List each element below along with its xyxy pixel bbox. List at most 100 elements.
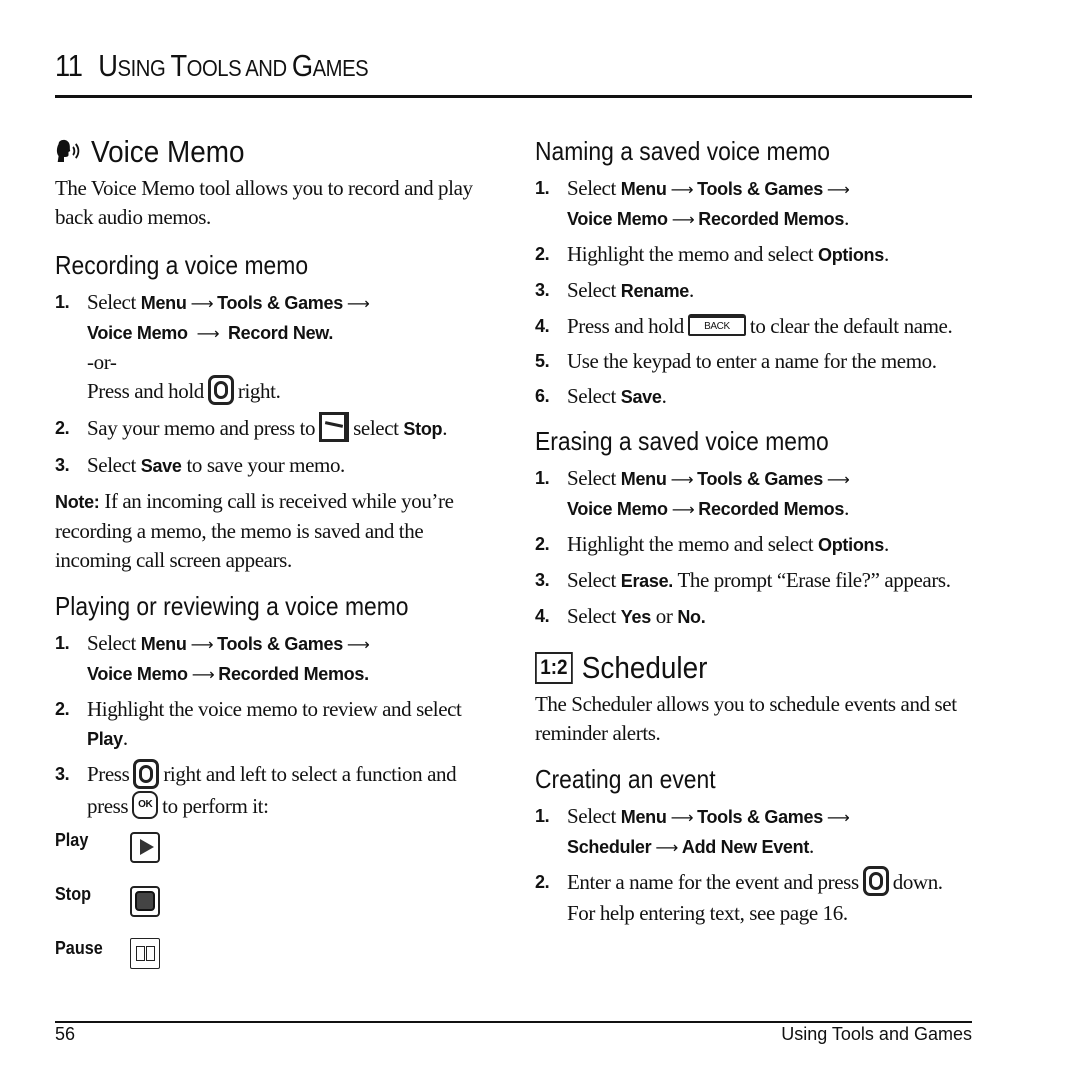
chapter-rule	[55, 95, 972, 98]
footer-title: Using Tools and Games	[781, 1024, 972, 1044]
step-text: .	[442, 416, 448, 441]
pause-icon	[130, 937, 160, 969]
chapter-number: 11	[55, 48, 83, 83]
creating-event-heading: Creating an event	[535, 764, 716, 794]
chapter-title-part: T	[170, 48, 187, 83]
option-label: Options	[818, 245, 884, 265]
step-text: or	[650, 604, 678, 628]
function-label: Stop	[55, 883, 91, 904]
scheduler-title: Scheduler	[581, 650, 708, 685]
step-number: 1.	[535, 178, 550, 198]
option-label: Play	[87, 729, 123, 750]
menu-path-item: Recorded Memos	[698, 209, 845, 229]
list-item: 1. Select Menu ⟶ Tools & Games ⟶ Voice Memo…	[55, 629, 495, 689]
page-number: 56	[55, 1024, 76, 1044]
step-text: Highlight the voice memo to review and s…	[87, 697, 462, 722]
list-item: 2. Highlight the memo and select Options…	[535, 240, 975, 270]
stop-icon	[130, 885, 160, 917]
arrow-icon: ⟶	[191, 665, 215, 685]
list-item: 3. Select Erase. The prompt “Erase file?…	[535, 566, 975, 596]
arrow-icon: ⟶	[670, 470, 694, 489]
arrow-icon: ⟶	[346, 635, 370, 655]
menu-path-item: Voice Memo	[87, 664, 188, 685]
arrow-icon: ⟶	[655, 838, 678, 857]
function-row-play: Play	[55, 830, 495, 884]
list-item: 1. Select Menu ⟶ Tools & Games ⟶ Scheduler ⟶…	[535, 802, 975, 862]
step-text: select	[353, 416, 404, 441]
left-column: Voice Memo The Voice Memo tool allows yo…	[55, 130, 495, 992]
menu-path-item: Scheduler	[567, 837, 652, 857]
step-text: .	[883, 242, 889, 266]
menu-path-item: Tools & Games	[217, 293, 343, 313]
naming-heading: Naming a saved voice memo	[535, 136, 831, 166]
step-number: 3.	[535, 570, 550, 590]
soft-key-icon	[319, 412, 350, 443]
step-text: Select	[87, 453, 141, 478]
menu-path-item: Recorded Memos	[698, 499, 845, 519]
list-item: 1. Select Menu ⟶ Tools & Games ⟶ Voice Memo…	[55, 288, 495, 408]
step-text: Select	[567, 604, 621, 628]
chapter-title-part: OOLS AND	[186, 55, 292, 81]
option-label: Rename	[620, 281, 690, 301]
play-icon	[130, 831, 160, 863]
step-text: Select	[567, 384, 621, 408]
voice-speaking-icon	[56, 139, 80, 162]
recording-heading: Recording a voice memo	[55, 250, 309, 280]
list-item: 2. Highlight the memo and select Options…	[535, 530, 975, 560]
menu-path-item: Voice Memo	[567, 499, 668, 519]
chapter-title-part: G	[291, 48, 313, 83]
arrow-icon: ⟶	[190, 635, 214, 655]
step-text: Press and hold	[567, 314, 684, 338]
scheduler-intro: The Scheduler allows you to schedule eve…	[535, 692, 957, 745]
menu-path-item: Record New.	[227, 323, 334, 343]
back-key-icon: BACK	[687, 314, 746, 337]
step-text: .	[689, 278, 694, 302]
arrow-icon: ⟶	[671, 500, 695, 519]
option-label: Yes	[620, 607, 651, 627]
option-label: Erase.	[620, 571, 674, 591]
note-text: If an incoming call is received while yo…	[55, 489, 454, 573]
step-text: .	[661, 384, 667, 408]
step-number: 2.	[535, 534, 550, 554]
step-text: .	[844, 206, 849, 230]
scheduler-heading: 1:2 Scheduler	[535, 646, 931, 690]
voice-memo-title: Voice Memo	[91, 134, 245, 169]
step-number: 4.	[535, 606, 550, 626]
list-item: 1. Select Menu ⟶ Tools & Games ⟶ Voice Memo…	[535, 464, 975, 524]
chapter-title-part: SING	[117, 55, 171, 81]
creating-event-steps: 1. Select Menu ⟶ Tools & Games ⟶ Scheduler ⟶…	[535, 802, 975, 928]
list-item: 3. Select Rename.	[535, 276, 975, 306]
step-number: 2.	[55, 418, 70, 439]
step-text: Enter a name for the event and press	[567, 870, 859, 894]
menu-path-item: Menu	[620, 179, 667, 199]
or-text: -or-	[87, 350, 117, 374]
option-label: Options	[818, 535, 884, 555]
step-text: .	[122, 726, 128, 751]
step-number: 2.	[535, 244, 550, 264]
voice-memo-intro: The Voice Memo tool allows you to record…	[55, 176, 473, 229]
step-number: 3.	[55, 764, 70, 785]
step-number: 1.	[55, 633, 70, 654]
erasing-heading: Erasing a saved voice memo	[535, 426, 829, 456]
arrow-icon: ⟶	[670, 180, 694, 199]
step-number: 3.	[55, 455, 70, 476]
arrow-icon: ⟶	[346, 294, 370, 313]
step-text: Highlight the memo and select	[567, 532, 819, 556]
arrow-icon: ⟶	[196, 324, 220, 343]
navigation-key-icon	[862, 866, 889, 897]
step-text: Select	[567, 176, 621, 200]
option-label: Save	[140, 456, 182, 477]
note-label: Note:	[55, 492, 100, 513]
option-label: Save	[620, 387, 662, 407]
option-label: Stop	[403, 419, 443, 440]
list-item: 3. Select Save to save your memo.	[55, 451, 495, 481]
step-text: Highlight the memo and select	[567, 242, 819, 266]
menu-path-item: Tools & Games	[697, 469, 823, 489]
menu-path-item: Tools & Games	[697, 807, 823, 827]
menu-path-item: Tools & Games	[217, 634, 343, 655]
step-text: Select	[567, 278, 621, 302]
function-table: Play Stop Pause	[55, 830, 495, 992]
menu-path-item: Tools & Games	[697, 179, 823, 199]
step-number: 1.	[55, 292, 70, 312]
arrow-icon: ⟶	[670, 808, 694, 827]
